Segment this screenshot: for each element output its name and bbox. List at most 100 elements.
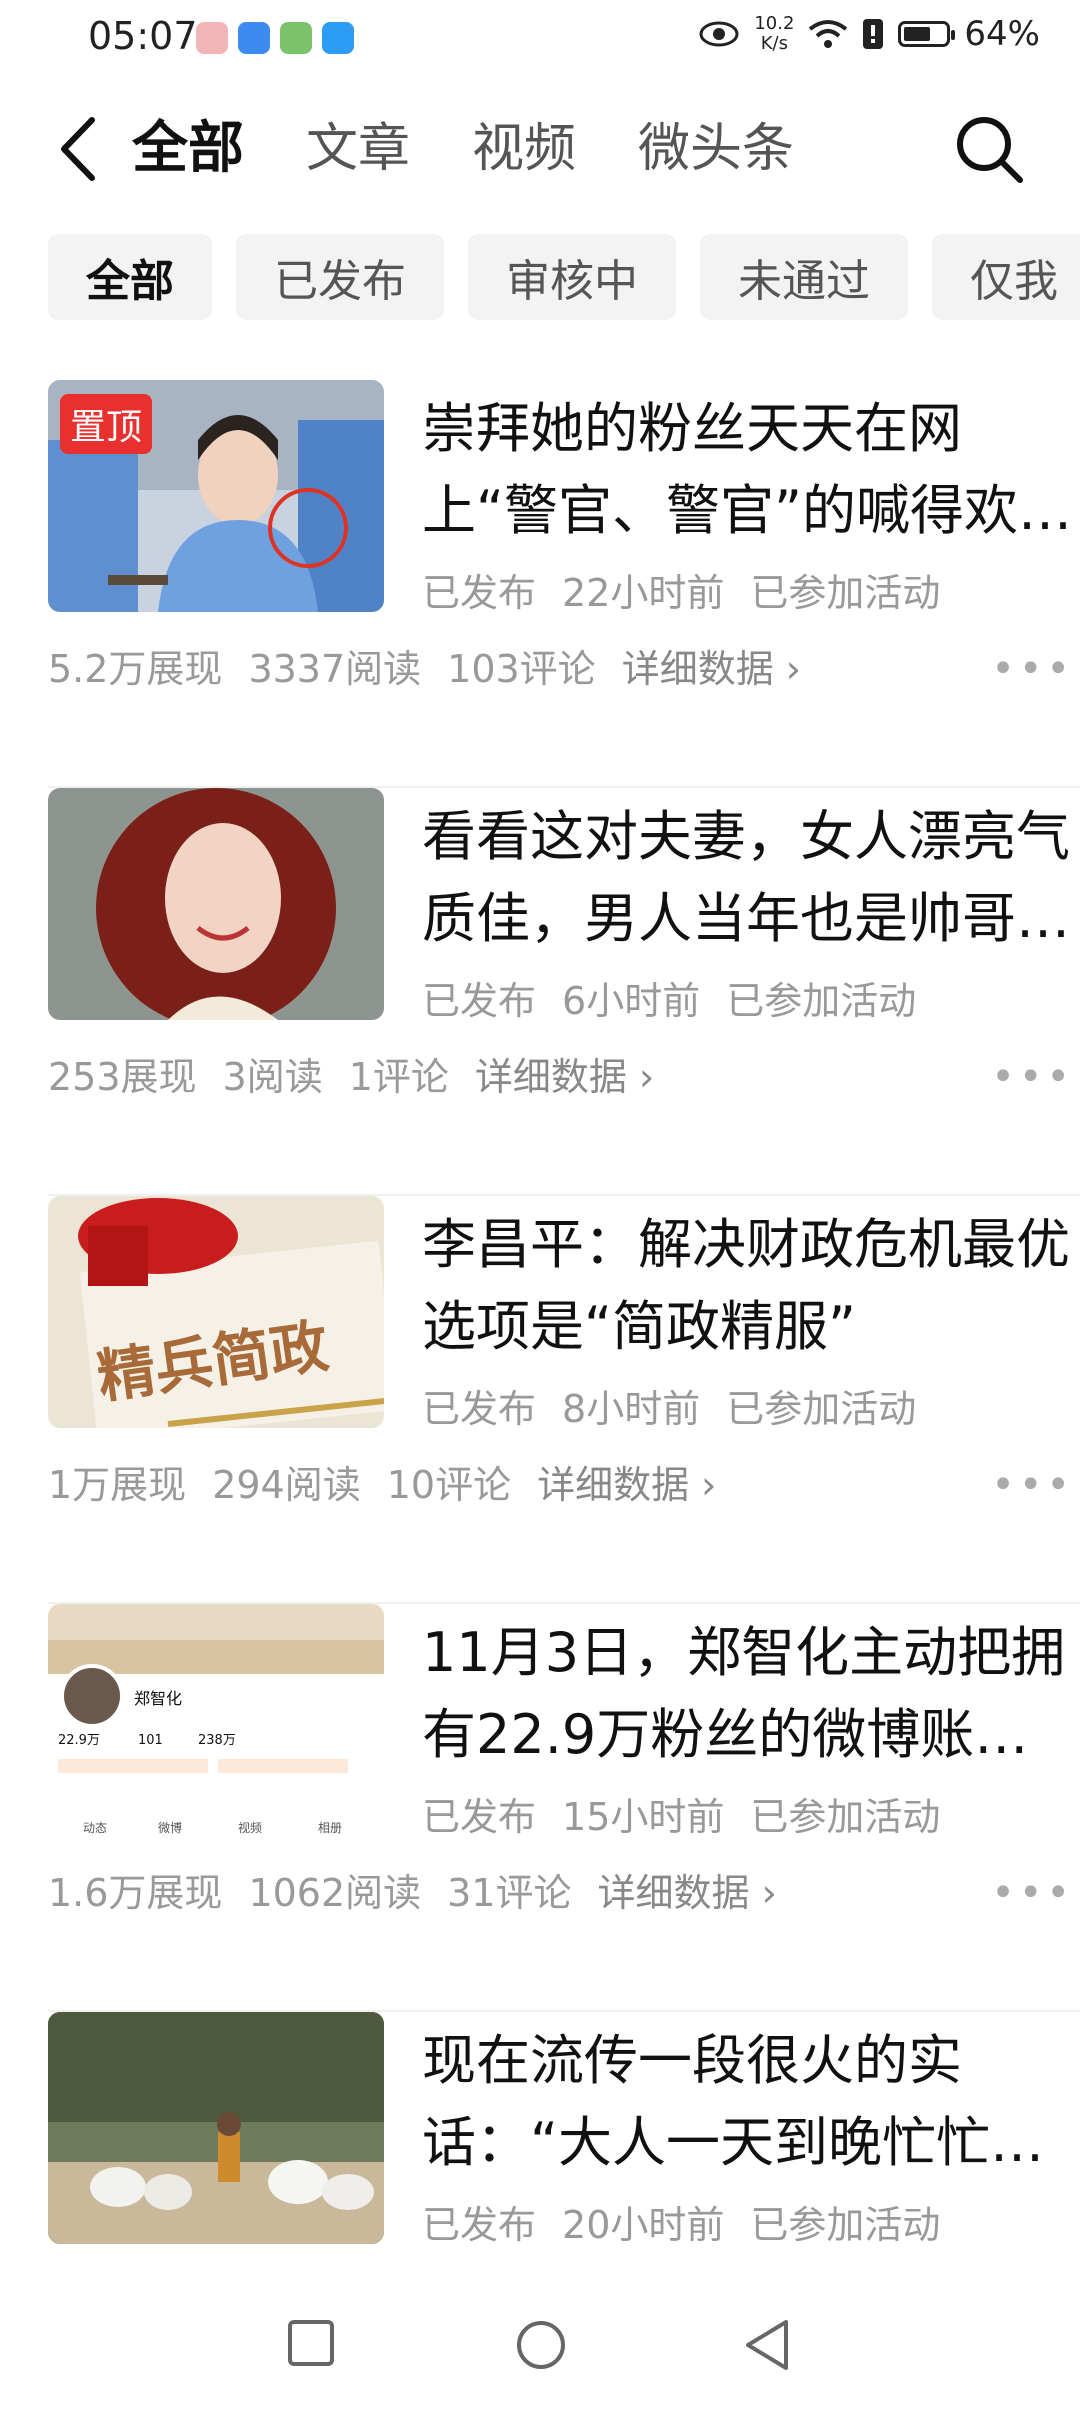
notification-app-icon [196, 22, 228, 54]
article-title[interactable]: 崇拜她的粉丝天天在网上“警官、警官”的喊得欢，可这姑娘真的是警察吗？ [422, 388, 1080, 552]
impressions-count: 1万展现 [48, 1463, 187, 1507]
status-time: 05:07 [88, 14, 198, 58]
more-dots-icon[interactable]: ••• [991, 646, 1074, 692]
publish-time: 22小时前 [562, 571, 725, 615]
filter-reviewing[interactable]: 审核中 [468, 234, 676, 320]
list-item[interactable]: 置顶 崇拜她的粉丝天天在网上“警官、警官”的喊得欢，可这姑娘真的是警察吗？ 已发… [48, 380, 1080, 788]
notification-cloud-icon [238, 22, 270, 54]
list-item[interactable]: 郑智化 22.9万 101 238万 动态 微博 视频 相册 11月3日，郑智化… [48, 1604, 1080, 2012]
profile-fans: 22.9万 [58, 1733, 100, 1748]
publish-time: 8小时前 [562, 1387, 701, 1431]
system-navigation-bar [0, 2280, 1080, 2400]
tab-all[interactable]: 全部 [132, 114, 244, 184]
publish-time: 6小时前 [562, 979, 701, 1023]
publish-time: 20小时前 [562, 2203, 725, 2247]
tab-articles[interactable]: 文章 [306, 114, 410, 184]
impressions-count: 5.2万展现 [48, 647, 223, 691]
reads-count: 3阅读 [222, 1055, 323, 1099]
more-dots-icon[interactable]: ••• [991, 1462, 1074, 1508]
article-thumbnail[interactable]: 置顶 [48, 380, 384, 612]
list-item[interactable]: 看看这对夫妻，女人漂亮气质佳，男人当年也是帅哥一枚 已发布 6小时前已参加活动 2… [48, 788, 1080, 1196]
pinned-badge: 置顶 [60, 394, 153, 454]
article-stats: 1.6万展现 1062阅读 31评论 详细数据 › [48, 1862, 803, 1917]
article-title[interactable]: 现在流传一段很火的实话：“大人一天到晚忙忙碌碌 [422, 2020, 1080, 2184]
recent-apps-icon[interactable] [286, 2318, 336, 2368]
profile-tab-0: 动态 [83, 1821, 107, 1835]
profile-tab-3: 相册 [318, 1821, 342, 1835]
profile-tab-2: 视频 [238, 1820, 262, 1835]
publish-time: 15小时前 [562, 1795, 725, 1839]
article-thumbnail[interactable]: 郑智化 22.9万 101 238万 动态 微博 视频 相册 [48, 1604, 384, 1836]
network-speed-value: 10.2 [754, 13, 795, 34]
article-stats: 1万展现 294阅读 10评论 详细数据 › [48, 1454, 742, 1509]
more-dots-icon[interactable]: ••• [991, 1054, 1074, 1100]
portrait-image [48, 788, 384, 1020]
activity-status: 已参加活动 [750, 1795, 941, 1839]
content-tabs: 全部 文章 视频 微头条 [132, 114, 856, 184]
publish-status: 已发布 [422, 1795, 537, 1839]
tab-videos[interactable]: 视频 [472, 114, 576, 184]
profile-likes: 238万 [198, 1733, 236, 1748]
filter-rejected[interactable]: 未通过 [700, 234, 908, 320]
impressions-count: 1.6万展现 [48, 1871, 223, 1915]
filter-all[interactable]: 全部 [48, 234, 212, 320]
battery-icon [898, 21, 956, 47]
article-title[interactable]: 11月3日，郑智化主动把拥有22.9万粉丝的微博账号注销了 [422, 1612, 1080, 1776]
detail-data-link[interactable]: 详细数据 › [598, 1862, 777, 1917]
article-thumbnail[interactable] [48, 788, 384, 1020]
reads-count: 294阅读 [212, 1463, 361, 1507]
detail-data-link[interactable]: 详细数据 › [475, 1046, 654, 1101]
comments-count: 103评论 [447, 647, 596, 691]
article-title[interactable]: 看看这对夫妻，女人漂亮气质佳，男人当年也是帅哥一枚 [422, 796, 1080, 960]
article-list: 置顶 崇拜她的粉丝天天在网上“警官、警官”的喊得欢，可这姑娘真的是警察吗？ 已发… [0, 380, 1080, 2420]
reads-count: 1062阅读 [248, 1871, 422, 1915]
article-meta: 已发布 15小时前 已参加活动 [422, 1786, 966, 1841]
top-header: 全部 文章 视频 微头条 [0, 100, 1080, 200]
tab-micro-posts[interactable]: 微头条 [638, 114, 794, 184]
activity-status: 已参加活动 [726, 1387, 917, 1431]
article-thumbnail[interactable]: 精兵简政 [48, 1196, 384, 1428]
filter-published[interactable]: 已发布 [236, 234, 444, 320]
home-icon[interactable] [514, 2318, 568, 2372]
activity-status: 已参加活动 [750, 2203, 941, 2247]
detail-data-link[interactable]: 详细数据 › [622, 638, 801, 693]
profile-tab-1: 微博 [158, 1820, 182, 1835]
back-nav-icon[interactable] [742, 2318, 792, 2372]
search-icon[interactable] [948, 108, 1028, 188]
notification-weather-icon [322, 22, 354, 54]
article-title[interactable]: 李昌平：解决财政危机最优选项是“简政精服” [422, 1204, 1080, 1368]
article-meta: 已发布 6小时前 已参加活动 [422, 970, 942, 1025]
filter-only-me[interactable]: 仅我 [932, 234, 1080, 320]
status-filter-bar: 全部 已发布 审核中 未通过 仅我 [48, 234, 1080, 320]
battery-fill [904, 27, 931, 41]
notification-icons [196, 22, 354, 54]
profile-follow: 101 [138, 1733, 163, 1748]
comments-count: 10评论 [386, 1463, 512, 1507]
stamp-image: 精兵简政 [48, 1196, 384, 1428]
notification-carrier-icon [280, 22, 312, 54]
profile-screenshot-image: 郑智化 22.9万 101 238万 动态 微博 视频 相册 [48, 1604, 384, 1836]
more-dots-icon[interactable]: ••• [991, 1870, 1074, 1916]
publish-status: 已发布 [422, 571, 537, 615]
impressions-count: 253展现 [48, 1055, 197, 1099]
network-speed-unit: K/s [760, 33, 788, 54]
article-meta: 已发布 8小时前 已参加活动 [422, 1378, 942, 1433]
article-thumbnail[interactable] [48, 2012, 384, 2244]
publish-status: 已发布 [422, 1387, 537, 1431]
list-item[interactable]: 精兵简政 李昌平：解决财政危机最优选项是“简政精服” 已发布 8小时前 已参加活动 … [48, 1196, 1080, 1604]
eye-icon [699, 21, 739, 47]
reads-count: 3337阅读 [248, 647, 422, 691]
profile-name: 郑智化 [134, 1689, 182, 1708]
back-arrow-icon[interactable] [50, 114, 110, 184]
wifi-icon [809, 20, 848, 48]
status-bar: 05:07 10.2 K/s 64% [0, 0, 1080, 78]
article-stats: 253展现 3阅读 1评论 详细数据 › [48, 1046, 680, 1101]
detail-data-link[interactable]: 详细数据 › [537, 1454, 716, 1509]
battery-percent: 64% [964, 14, 1040, 54]
sim-icon [863, 19, 884, 49]
activity-status: 已参加活动 [726, 979, 917, 1023]
publish-status: 已发布 [422, 979, 537, 1023]
network-speed: 10.2 K/s [754, 14, 794, 54]
publish-status: 已发布 [422, 2203, 537, 2247]
activity-status: 已参加活动 [750, 571, 941, 615]
